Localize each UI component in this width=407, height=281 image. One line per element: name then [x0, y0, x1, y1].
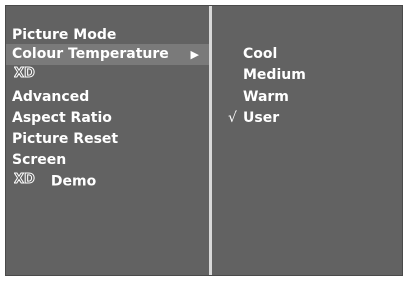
submenu-item-warm[interactable]: Warm: [243, 87, 289, 108]
menu-item-label: Screen: [12, 152, 67, 168]
menu-item-picture-mode[interactable]: Picture Mode: [6, 25, 209, 46]
xd-logo-icon: XD: [14, 171, 46, 192]
menu-item-colour-temperature[interactable]: Colour Temperature ▶: [6, 44, 209, 65]
menu-item-xd[interactable]: XD: [6, 65, 209, 86]
picture-menu: Picture Mode Colour Temperature ▶ XD Adv…: [6, 6, 209, 275]
tv-osd-panel: Picture Mode Colour Temperature ▶ XD Adv…: [5, 5, 403, 276]
svg-text:XD: XD: [14, 66, 35, 79]
checkmark-icon: √: [228, 110, 237, 126]
xd-logo-icon: XD: [14, 65, 46, 86]
svg-text:XD: XD: [14, 172, 35, 185]
colour-temperature-submenu: Cool Medium Warm √ User: [212, 6, 402, 275]
menu-item-label: Picture Reset: [12, 131, 119, 147]
submenu-item-label: Cool: [243, 46, 278, 62]
submenu-item-label: User: [243, 110, 280, 126]
submenu-item-medium[interactable]: Medium: [243, 65, 306, 86]
submenu-arrow-icon: ▶: [190, 48, 199, 61]
menu-item-advanced[interactable]: Advanced: [6, 87, 209, 108]
submenu-item-cool[interactable]: Cool: [243, 44, 277, 65]
menu-item-label: Advanced: [12, 89, 90, 105]
menu-item-picture-reset[interactable]: Picture Reset: [6, 129, 209, 150]
submenu-item-user[interactable]: User: [243, 108, 279, 129]
submenu-item-label: Warm: [243, 89, 289, 105]
menu-item-label: Aspect Ratio: [12, 110, 112, 126]
menu-item-label: Colour Temperature: [12, 46, 169, 62]
menu-item-screen[interactable]: Screen: [6, 150, 209, 171]
submenu-item-label: Medium: [243, 67, 306, 83]
menu-item-label: Demo: [50, 173, 97, 190]
menu-item-aspect-ratio[interactable]: Aspect Ratio: [6, 108, 209, 129]
menu-item-label: Picture Mode: [12, 27, 117, 43]
menu-item-xd-demo[interactable]: XD Demo: [6, 171, 209, 192]
